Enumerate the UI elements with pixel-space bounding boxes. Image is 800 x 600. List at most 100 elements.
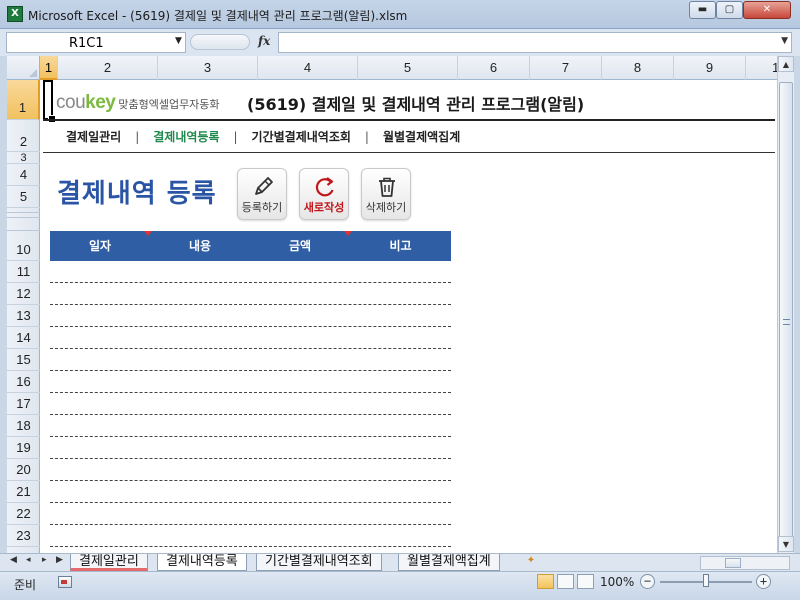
page-break-view-icon[interactable] bbox=[577, 574, 594, 589]
delete-button[interactable]: 삭제하기 bbox=[361, 168, 411, 220]
row-header[interactable]: 20 bbox=[7, 459, 40, 481]
scroll-up-icon[interactable]: ▲ bbox=[778, 56, 794, 72]
title-bar: X Microsoft Excel - (5619) 결제일 및 결제내역 관리… bbox=[0, 0, 800, 29]
nav-link-monthly-summary[interactable]: 월별결제액집계 bbox=[383, 128, 460, 145]
select-all-corner[interactable] bbox=[7, 56, 40, 80]
excel-app-icon[interactable]: X bbox=[7, 6, 23, 22]
column-header[interactable]: 4 bbox=[258, 56, 358, 80]
row-header[interactable]: 16 bbox=[7, 371, 40, 393]
table-row[interactable] bbox=[50, 415, 451, 437]
table-row[interactable] bbox=[50, 283, 451, 305]
table-row[interactable] bbox=[50, 437, 451, 459]
column-header[interactable]: 8 bbox=[602, 56, 674, 80]
table-row[interactable] bbox=[50, 261, 451, 283]
formula-tools: fx bbox=[190, 32, 276, 53]
sheet-tab-payment-register[interactable]: 결제내역등록 bbox=[157, 554, 247, 571]
row-header[interactable]: 5 bbox=[7, 186, 40, 208]
zoom-level[interactable]: 100% bbox=[600, 575, 634, 589]
scroll-down-icon[interactable]: ▼ bbox=[778, 536, 794, 552]
row-header[interactable]: 4 bbox=[7, 164, 40, 186]
name-box[interactable]: R1C1 ▼ bbox=[6, 32, 186, 53]
insert-sheet-icon[interactable]: ✦ bbox=[520, 555, 542, 570]
row-header[interactable]: 18 bbox=[7, 415, 40, 437]
nav-link-payment-register[interactable]: 결제내역등록 bbox=[153, 128, 219, 145]
row-header[interactable]: 13 bbox=[7, 305, 40, 327]
hidden-rows-marker bbox=[7, 218, 40, 231]
table-row[interactable] bbox=[50, 393, 451, 415]
prev-sheet-icon[interactable]: ◂ bbox=[26, 555, 31, 565]
header-amount: 금액 bbox=[288, 239, 312, 253]
formula-input[interactable]: ▼ bbox=[278, 32, 792, 53]
column-header[interactable]: 3 bbox=[158, 56, 258, 80]
maximize-button[interactable]: ▢ bbox=[716, 1, 743, 19]
minimize-button[interactable]: ▬ bbox=[689, 1, 716, 19]
header-description: 내용 bbox=[188, 239, 212, 253]
entry-table-header: 일자 내용 금액 비고 bbox=[50, 231, 451, 261]
column-header[interactable]: 7 bbox=[530, 56, 602, 80]
close-button[interactable]: ✕ bbox=[743, 1, 791, 19]
sheet-tab-payment-day[interactable]: 결제일관리 bbox=[70, 554, 148, 571]
table-row[interactable] bbox=[50, 305, 451, 327]
document-title: (5619) 결제일 및 결제내역 관리 프로그램(알림) bbox=[247, 95, 585, 114]
table-row[interactable] bbox=[50, 503, 451, 525]
horizontal-scrollbar[interactable] bbox=[700, 556, 790, 570]
insert-function-icon[interactable]: fx bbox=[258, 34, 270, 48]
last-sheet-icon[interactable]: ▶ bbox=[56, 555, 63, 565]
status-bar: 준비 100% − + bbox=[0, 571, 800, 600]
register-button[interactable]: 등록하기 bbox=[237, 168, 287, 220]
row-header[interactable]: 10 bbox=[7, 231, 40, 261]
active-cell-selection[interactable] bbox=[43, 80, 56, 123]
vertical-scroll-thumb[interactable] bbox=[779, 82, 793, 544]
name-box-dropdown-icon[interactable]: ▼ bbox=[175, 36, 182, 46]
pencil-icon bbox=[255, 177, 273, 195]
row-header[interactable]: 15 bbox=[7, 349, 40, 371]
sheet-content: coukey 맞춤형엑셀업무자동화 (5619) 결제일 및 결제내역 관리 프로… bbox=[40, 80, 777, 553]
vertical-scrollbar[interactable]: ▲ ▼ bbox=[777, 56, 794, 553]
normal-view-icon[interactable] bbox=[537, 574, 554, 589]
row-header[interactable]: 22 bbox=[7, 503, 40, 525]
table-row[interactable] bbox=[50, 481, 451, 503]
page-layout-view-icon[interactable] bbox=[557, 574, 574, 589]
row-header[interactable]: 2 bbox=[7, 120, 40, 152]
table-row[interactable] bbox=[50, 371, 451, 393]
sheet-tab-monthly-summary[interactable]: 월별결제액집계 bbox=[398, 554, 500, 571]
column-header[interactable]: 9 bbox=[674, 56, 746, 80]
row-header[interactable]: 19 bbox=[7, 437, 40, 459]
table-row[interactable] bbox=[50, 459, 451, 481]
comment-indicator-icon[interactable] bbox=[344, 231, 352, 236]
nav-link-payment-day[interactable]: 결제일관리 bbox=[66, 128, 121, 145]
column-header[interactable]: 6 bbox=[458, 56, 530, 80]
delete-button-label: 삭제하기 bbox=[365, 201, 407, 214]
row-header[interactable]: 11 bbox=[7, 261, 40, 283]
nav-link-period-search[interactable]: 기간별결제내역조회 bbox=[252, 128, 351, 145]
row-header[interactable]: 12 bbox=[7, 283, 40, 305]
table-row[interactable] bbox=[50, 525, 451, 547]
table-row[interactable] bbox=[50, 327, 451, 349]
next-sheet-icon[interactable]: ▸ bbox=[42, 555, 47, 565]
column-header[interactable]: 2 bbox=[58, 56, 158, 80]
first-sheet-icon[interactable]: ◀ bbox=[10, 555, 17, 565]
row-header[interactable]: 21 bbox=[7, 481, 40, 503]
column-header[interactable]: 1 bbox=[40, 56, 58, 80]
column-header[interactable]: 5 bbox=[358, 56, 458, 80]
expand-formula-icon[interactable]: ▼ bbox=[781, 36, 788, 46]
row-header[interactable]: 23 bbox=[7, 525, 40, 547]
row-header[interactable]: 17 bbox=[7, 393, 40, 415]
row-header[interactable]: 14 bbox=[7, 327, 40, 349]
logo-tagline: 맞춤형엑셀업무자동화 bbox=[118, 98, 220, 111]
column-header[interactable]: 1 bbox=[746, 56, 777, 80]
sheet-tab-period-search[interactable]: 기간별결제내역조회 bbox=[256, 554, 382, 571]
formula-bar: R1C1 ▼ fx ▼ bbox=[0, 29, 800, 56]
row-header[interactable]: 1 bbox=[7, 80, 40, 120]
table-row[interactable] bbox=[50, 349, 451, 371]
sheet-nav-menu: 결제일관리 | 결제내역등록 | 기간별결제내역조회 | 월별결제액집계 bbox=[66, 128, 460, 145]
zoom-in-icon[interactable]: + bbox=[756, 574, 771, 589]
horizontal-scroll-thumb[interactable] bbox=[725, 558, 741, 568]
new-entry-button[interactable]: 새로작성 bbox=[299, 168, 349, 220]
zoom-out-icon[interactable]: − bbox=[640, 574, 655, 589]
zoom-slider-thumb[interactable] bbox=[703, 574, 709, 587]
row-header[interactable]: 3 bbox=[7, 152, 40, 164]
comment-indicator-icon[interactable] bbox=[144, 231, 152, 236]
nav-divider bbox=[43, 152, 775, 153]
macro-record-icon[interactable] bbox=[58, 576, 72, 588]
